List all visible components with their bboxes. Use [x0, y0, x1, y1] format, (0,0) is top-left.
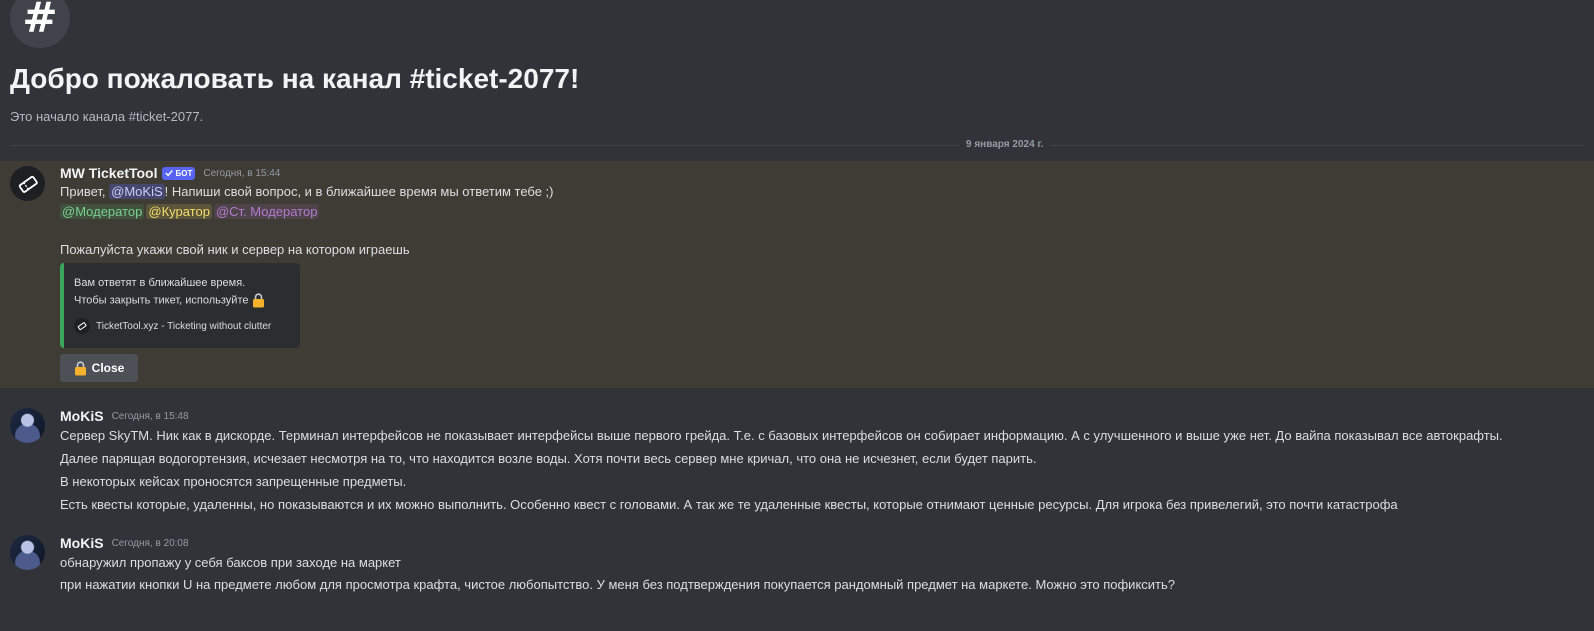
message-author[interactable]: MoKiS [60, 535, 104, 551]
message-line: В некоторых кейсах проносятся запрещенны… [60, 474, 407, 489]
message-line: Далее парящая водогортензия, исчезает не… [60, 451, 1037, 466]
role-mention-curator[interactable]: @Куратор [146, 204, 212, 219]
message-line: при нажатии кнопки U на предмете любом д… [60, 577, 1175, 592]
close-ticket-button[interactable]: Close [60, 354, 138, 382]
message-line: Привет, @MoKiS! Напиши свой вопрос, и в … [60, 184, 554, 199]
tickettool-footer-icon [74, 318, 90, 334]
message-bot: MW TicketTool БОТ Сегодня, в 15:44 Приве… [0, 161, 1594, 388]
message-line: Есть квесты которые, удаленны, но показы… [60, 497, 1398, 512]
message-user: MoKiS Сегодня, в 20:08 обнаружил пропажу… [0, 526, 1594, 596]
embed-footer: TicketTool.xyz - Ticketing without clutt… [74, 318, 271, 334]
date-divider: 9 января 2024 г. [960, 139, 1050, 150]
message-user: MoKiS Сегодня, в 15:48 Сервер SkyTM. Ник… [0, 399, 1594, 519]
embed-line: Чтобы закрыть тикет, используйте [74, 293, 265, 308]
embed: Вам ответят в ближайшее время. Чтобы зак… [60, 263, 300, 348]
welcome-title: Добро пожаловать на канал #ticket-2077! [10, 63, 580, 94]
line-text: ! Напиши свой вопрос, и в ближайшее врем… [164, 184, 554, 199]
ticket-icon [18, 175, 38, 193]
embed-line: Вам ответят в ближайшее время. [74, 277, 246, 289]
message-line: Пожалуйста укажи свой ник и сервер на ко… [60, 242, 410, 257]
lock-icon [74, 360, 86, 375]
date-divider-line [10, 145, 1584, 146]
checkmark-icon [165, 170, 174, 177]
role-mention-senior-moderator[interactable]: @Ст. Модератор [213, 204, 320, 219]
tickettool-avatar[interactable] [10, 166, 45, 201]
message-timestamp: Сегодня, в 15:44 [203, 167, 281, 179]
user-avatar[interactable] [10, 408, 45, 443]
role-mentions: @Модератор @Куратор @Ст. Модератор [60, 204, 321, 219]
message-timestamp: Сегодня, в 15:48 [111, 410, 189, 422]
message-timestamp: Сегодня, в 20:08 [111, 537, 189, 549]
message-author[interactable]: MW TicketTool [60, 165, 157, 181]
lock-icon [252, 293, 264, 308]
close-button-label: Close [91, 361, 125, 375]
bot-tag: БОТ [162, 166, 196, 180]
embed-line-text: Чтобы закрыть тикет, используйте [74, 294, 249, 307]
line-text: Привет, [60, 184, 110, 199]
ticket-icon [77, 322, 87, 331]
embed-footer-text: TicketTool.xyz - Ticketing without clutt… [96, 320, 272, 332]
bot-tag-label: БОТ [175, 168, 193, 178]
welcome-subtitle: Это начало канала #ticket-2077. [10, 109, 204, 124]
user-avatar[interactable] [10, 535, 45, 570]
role-mention-moderator[interactable]: @Модератор [60, 204, 145, 219]
user-mention[interactable]: @MoKiS [109, 184, 165, 199]
message-author[interactable]: MoKiS [60, 408, 104, 424]
message-line: Сервер SkyTM. Ник как в дискорде. Термин… [60, 428, 1503, 443]
channel-hash-icon: # [10, 0, 70, 48]
message-line: обнаружил пропажу у себя баксов при захо… [60, 555, 401, 570]
